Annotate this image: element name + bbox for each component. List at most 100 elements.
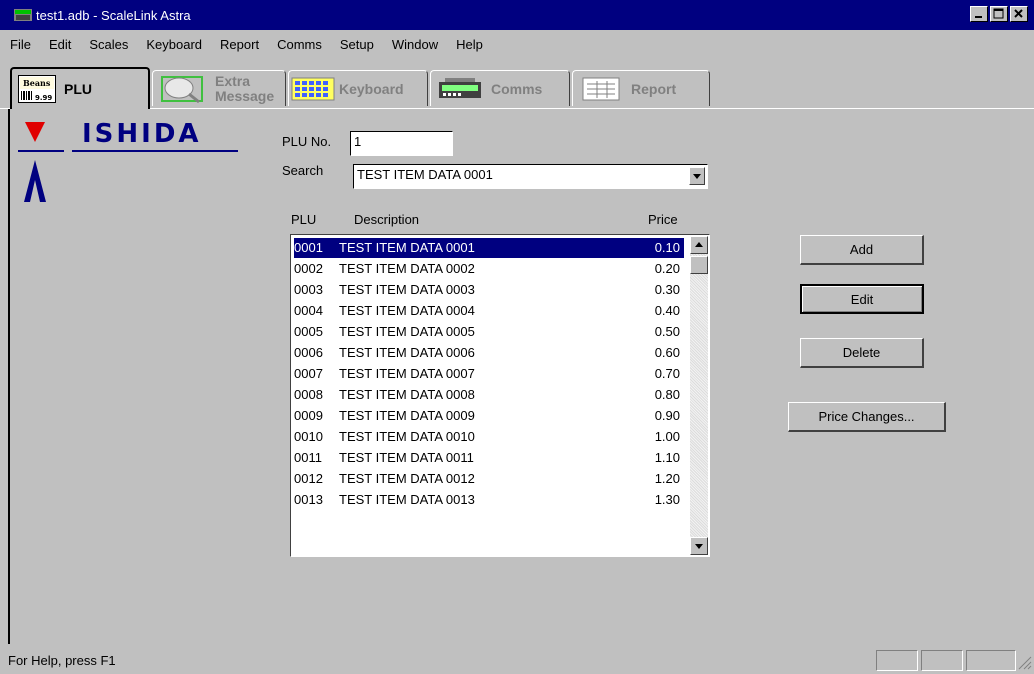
list-item-price: 0.30: [654, 282, 680, 297]
list-item-price: 0.40: [654, 303, 680, 318]
list-item-description: TEST ITEM DATA 0003: [339, 282, 475, 297]
status-text: For Help, press F1: [8, 653, 116, 668]
list-item-description: TEST ITEM DATA 0002: [339, 261, 475, 276]
list-item-description: TEST ITEM DATA 0008: [339, 387, 475, 402]
price-changes-button[interactable]: Price Changes...: [788, 402, 946, 432]
menu-report[interactable]: Report: [220, 37, 259, 52]
list-item[interactable]: 0002 TEST ITEM DATA 0002 0.20: [294, 259, 684, 279]
list-item-description: TEST ITEM DATA 0011: [339, 450, 474, 465]
tab-plu[interactable]: Beans 9.99 PLU: [10, 67, 150, 109]
ishida-logo-mark: [18, 122, 64, 202]
scroll-thumb[interactable]: [690, 256, 708, 274]
list-item[interactable]: 0009 TEST ITEM DATA 0009 0.90: [294, 406, 684, 426]
close-icon: [1014, 9, 1023, 18]
list-vertical-scrollbar[interactable]: [690, 236, 708, 555]
scroll-down-button[interactable]: [690, 537, 708, 555]
dropdown-arrow-icon: [693, 174, 701, 179]
menu-scales[interactable]: Scales: [89, 37, 128, 52]
status-panel-3: [966, 650, 1016, 671]
scroll-up-button[interactable]: [690, 236, 708, 254]
column-header-price: Price: [648, 212, 678, 227]
tab-report-label: Report: [631, 80, 677, 97]
list-item-price: 1.20: [654, 471, 680, 486]
list-item-plu: 0002: [294, 261, 323, 276]
report-document-icon: [582, 77, 620, 100]
close-button[interactable]: [1010, 6, 1028, 22]
plu-no-input[interactable]: 1: [350, 131, 453, 156]
column-header-description: Description: [354, 212, 420, 227]
tab-keyboard[interactable]: Keyboard: [288, 70, 428, 106]
column-header-plu: PLU: [291, 212, 317, 227]
list-item-plu: 0012: [294, 471, 323, 486]
list-item[interactable]: 0007 TEST ITEM DATA 0007 0.70: [294, 364, 684, 384]
list-item-price: 0.70: [654, 366, 680, 381]
list-item-price: 0.80: [654, 387, 680, 402]
list-item-plu: 0013: [294, 492, 323, 507]
add-button[interactable]: Add: [800, 235, 924, 265]
tab-divider: [0, 108, 1034, 109]
minimize-button[interactable]: [970, 6, 988, 22]
list-item[interactable]: 0001 TEST ITEM DATA 0001 0.10: [294, 238, 684, 258]
tab-keyboard-label: Keyboard: [339, 80, 404, 97]
keyboard-icon: [291, 77, 335, 100]
svg-text:9.99: 9.99: [35, 94, 52, 102]
tab-plu-label: PLU: [64, 81, 92, 97]
list-item-description: TEST ITEM DATA 0012: [339, 471, 475, 486]
arrow-down-icon: [695, 544, 703, 549]
list-item[interactable]: 0011 TEST ITEM DATA 0011 1.10: [294, 448, 684, 468]
list-item-description: TEST ITEM DATA 0007: [339, 366, 475, 381]
tab-extra-message[interactable]: Extra Message: [152, 70, 286, 106]
list-item-price: 1.00: [654, 429, 680, 444]
list-item[interactable]: 0012 TEST ITEM DATA 0012 1.20: [294, 469, 684, 489]
list-item-price: 1.30: [654, 492, 680, 507]
menu-setup[interactable]: Setup: [340, 37, 374, 52]
delete-button[interactable]: Delete: [800, 338, 924, 368]
list-item-description: TEST ITEM DATA 0013: [339, 492, 475, 507]
list-item-plu: 0008: [294, 387, 323, 402]
list-item-description: TEST ITEM DATA 0009: [339, 408, 475, 423]
status-panel-2: [921, 650, 963, 671]
list-item[interactable]: 0006 TEST ITEM DATA 0006 0.60: [294, 343, 684, 363]
list-item-price: 1.10: [654, 450, 680, 465]
resize-grip-icon[interactable]: [1016, 654, 1032, 670]
maximize-button[interactable]: [990, 6, 1008, 22]
tab-report[interactable]: Report: [572, 70, 710, 106]
search-combobox-value: TEST ITEM DATA 0001: [357, 167, 493, 182]
menu-edit[interactable]: Edit: [49, 37, 71, 52]
barcode-label-icon: Beans 9.99: [18, 75, 56, 103]
list-item-description: TEST ITEM DATA 0010: [339, 429, 475, 444]
list-item[interactable]: 0005 TEST ITEM DATA 0005 0.50: [294, 322, 684, 342]
status-panel-1: [876, 650, 918, 671]
tab-bar: Beans 9.99 PLU Extra Message Keyboard Co…: [0, 62, 1034, 109]
list-item-description: TEST ITEM DATA 0006: [339, 345, 475, 360]
menu-file[interactable]: File: [10, 37, 31, 52]
list-item-price: 0.10: [654, 240, 680, 255]
menu-window[interactable]: Window: [392, 37, 438, 52]
status-bar: For Help, press F1: [0, 648, 1034, 674]
list-item-plu: 0011: [294, 450, 322, 465]
list-item[interactable]: 0010 TEST ITEM DATA 0010 1.00: [294, 427, 684, 447]
title-bar[interactable]: test1.adb - ScaleLink Astra: [0, 0, 1034, 30]
search-label: Search: [282, 163, 324, 178]
magnifier-icon: [161, 75, 203, 103]
search-dropdown-button[interactable]: [689, 167, 705, 185]
list-item-description: TEST ITEM DATA 0005: [339, 324, 475, 339]
list-item[interactable]: 0013 TEST ITEM DATA 0013 1.30: [294, 490, 684, 510]
arrow-up-icon: [695, 242, 703, 247]
plu-no-label: PLU No.: [282, 134, 332, 149]
list-item[interactable]: 0008 TEST ITEM DATA 0008 0.80: [294, 385, 684, 405]
list-item[interactable]: 0004 TEST ITEM DATA 0004 0.40: [294, 301, 684, 321]
menu-help[interactable]: Help: [456, 37, 483, 52]
list-item-plu: 0006: [294, 345, 323, 360]
search-combobox[interactable]: TEST ITEM DATA 0001: [353, 164, 708, 189]
menu-comms[interactable]: Comms: [277, 37, 322, 52]
list-item-plu: 0003: [294, 282, 323, 297]
menu-keyboard[interactable]: Keyboard: [146, 37, 202, 52]
list-item[interactable]: 0003 TEST ITEM DATA 0003 0.30: [294, 280, 684, 300]
plu-listbox[interactable]: 0001 TEST ITEM DATA 0001 0.10 0002 TEST ITEM…: [290, 234, 710, 557]
tab-extra-label: Extra: [215, 72, 251, 89]
tab-comms[interactable]: Comms: [430, 70, 570, 106]
edit-button[interactable]: Edit: [800, 284, 924, 314]
window-title: test1.adb - ScaleLink Astra: [36, 7, 191, 23]
list-item-plu: 0007: [294, 366, 323, 381]
